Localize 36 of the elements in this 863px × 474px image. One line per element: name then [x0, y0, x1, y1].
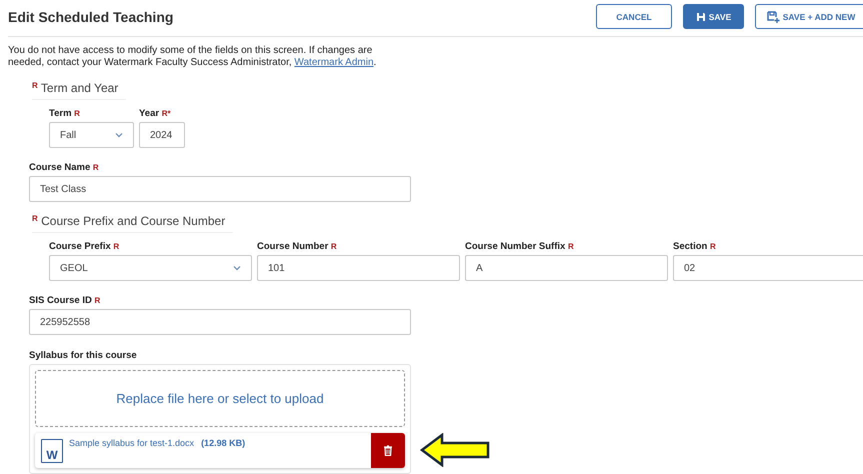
text-field[interactable]: 02: [673, 255, 863, 281]
field-label: SIS Course ID R: [29, 295, 102, 306]
file-dropzone[interactable]: Replace file here or select to upload: [35, 370, 405, 427]
text-field[interactable]: 101: [257, 255, 460, 281]
save-add-new-button[interactable]: SAVE + ADD NEW: [755, 4, 863, 29]
save-icon: [696, 12, 706, 22]
field-label: Course Number Suffix R: [465, 241, 575, 252]
admin-link[interactable]: Watermark Admin: [294, 57, 374, 68]
text-field[interactable]: Test Class: [29, 176, 411, 202]
field-label: Year R*: [139, 108, 172, 119]
file-size: (12.98 KB): [201, 438, 246, 448]
field-label: Syllabus for this course: [29, 350, 138, 361]
chevron-down-icon: [233, 265, 241, 271]
delete-button[interactable]: [371, 433, 405, 468]
access-notice: You do not have access to modify some of the fields on this screen. If changes are needed, contact your Watermark Faculty Success Administrator, Watermark Admin.: [8, 45, 378, 69]
field-label: Course Prefix R: [49, 241, 120, 252]
page-title: Edit Scheduled Teaching: [8, 8, 174, 24]
cancel-button[interactable]: CANCEL: [596, 4, 672, 29]
file-link[interactable]: Sample syllabus for test-1.docx: [69, 438, 194, 448]
group-legend: $^{R}$ Course Prefix and Course Number: [32, 214, 234, 233]
document-icon: W: [41, 439, 63, 463]
callout-arrow: [420, 433, 490, 467]
text-field[interactable]: 225952558: [29, 309, 411, 335]
save-add-icon: [766, 10, 780, 22]
field-label: Course Number R: [257, 241, 338, 252]
select-field[interactable]: GEOL: [49, 255, 252, 281]
chevron-down-icon: [115, 132, 123, 138]
trash-icon: [383, 445, 393, 456]
group-legend: $^{R}$ Term and Year: [32, 81, 126, 100]
save-button[interactable]: SAVE: [683, 4, 744, 29]
field-label: Section R: [673, 241, 717, 252]
text-field[interactable]: A: [465, 255, 668, 281]
select-field[interactable]: Fall: [49, 122, 134, 148]
field-label: Course Name R: [29, 162, 100, 173]
text-field[interactable]: 2024: [139, 122, 185, 148]
field-label: Term R: [49, 108, 81, 119]
